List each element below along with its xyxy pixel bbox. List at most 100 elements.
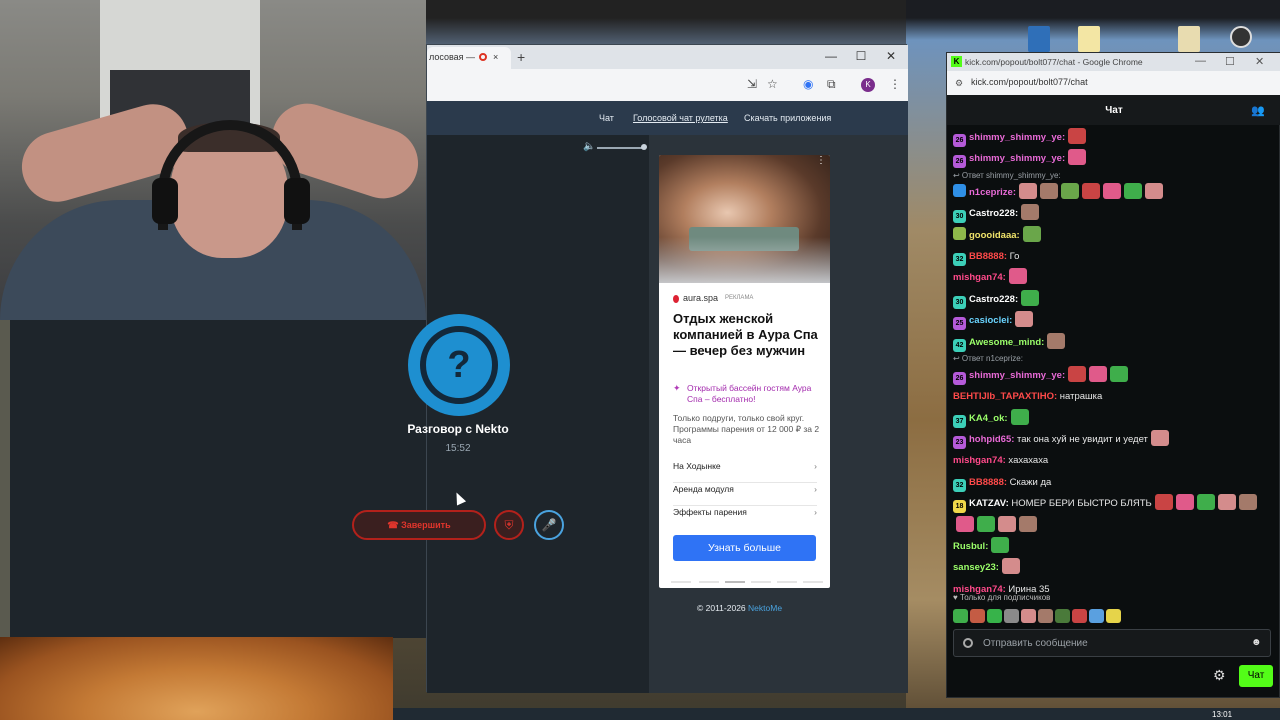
profile-avatar[interactable]: K: [861, 78, 875, 92]
menu-dots-icon[interactable]: ⋮: [889, 77, 901, 91]
chat-username[interactable]: BB8888:: [969, 477, 1007, 488]
chat-username[interactable]: mishgan74:: [953, 272, 1006, 283]
chat-username[interactable]: goooidaaa:: [969, 230, 1020, 241]
emote-icon[interactable]: [1089, 609, 1104, 623]
close-button[interactable]: ✕: [883, 49, 899, 63]
emote-icon[interactable]: [1106, 609, 1121, 623]
desktop-icon[interactable]: [1078, 26, 1100, 52]
ad-link[interactable]: На Ходынке ›: [673, 461, 817, 483]
emote-icon[interactable]: [970, 609, 985, 623]
chat-minimize-button[interactable]: —: [1195, 55, 1206, 67]
chat-username[interactable]: BB8888:: [969, 251, 1007, 262]
chat-message[interactable]: 26 shimmy_shimmy_ye:: [953, 148, 1273, 169]
chat-url[interactable]: kick.com/popout/bolt077/chat: [971, 77, 1088, 87]
chat-message[interactable]: 25 casioclei:: [953, 310, 1273, 331]
chat-username[interactable]: Awesome_mind:: [969, 337, 1044, 348]
site-info-icon[interactable]: ⚙: [955, 78, 963, 89]
carousel-dot[interactable]: [699, 581, 719, 583]
users-icon[interactable]: 👥: [1251, 104, 1265, 117]
chat-username[interactable]: Castro228:: [969, 208, 1018, 219]
emote-icon[interactable]: [1021, 609, 1036, 623]
chat-username[interactable]: mishgan74:: [953, 455, 1006, 466]
ad-image[interactable]: ⋮: [659, 155, 830, 283]
chat-username[interactable]: sansey23:: [953, 562, 999, 573]
tab-close-icon[interactable]: ×: [493, 52, 498, 62]
ad-link[interactable]: Аренда модуля ›: [673, 484, 817, 506]
chat-username[interactable]: KA4_ok:: [969, 413, 1008, 424]
chat-username[interactable]: shimmy_shimmy_ye:: [969, 153, 1065, 164]
chat-message[interactable]: n1ceprize:: [953, 182, 1273, 203]
emote-bar[interactable]: [953, 609, 1153, 625]
volume-slider[interactable]: [597, 147, 645, 149]
emote-icon[interactable]: [1004, 609, 1019, 623]
ad-card[interactable]: ⋮ aura.spa РЕКЛАМА Отдых женской компани…: [659, 155, 830, 588]
end-call-button[interactable]: ☎ Завершить: [352, 510, 486, 540]
emote-icon[interactable]: [953, 609, 968, 623]
chat-message[interactable]: mishgan74:: [953, 267, 1273, 288]
volume-icon[interactable]: 🔈: [583, 141, 595, 152]
chat-reply-context[interactable]: ↩ Ответ shimmy_shimmy_ye:: [953, 170, 1273, 182]
chat-username[interactable]: shimmy_shimmy_ye:: [969, 370, 1065, 381]
chat-message[interactable]: 37 KA4_ok:: [953, 408, 1273, 429]
ad-cta-button[interactable]: Узнать больше: [673, 535, 816, 561]
chat-reply-context[interactable]: ↩ Ответ n1ceprize:: [953, 353, 1273, 365]
chat-message[interactable]: 26 shimmy_shimmy_ye:: [953, 365, 1273, 386]
chat-username[interactable]: Rusbul:: [953, 541, 988, 552]
chat-message[interactable]: Rusbul:: [953, 536, 1273, 557]
chat-message[interactable]: mishgan74: хахахаха: [953, 450, 1273, 471]
emote-icon[interactable]: [1055, 609, 1070, 623]
chat-message[interactable]: sansey23:: [953, 557, 1273, 578]
install-icon[interactable]: ⇲: [747, 77, 757, 91]
ad-title[interactable]: Отдых женской компанией в Аура Спа — веч…: [673, 311, 823, 359]
report-shield-button[interactable]: ⛨: [494, 510, 524, 540]
carousel-dot-active[interactable]: [725, 581, 745, 583]
chat-username[interactable]: BEHTIJIb_TAPAXTIHO:: [953, 391, 1057, 402]
chat-message[interactable]: [953, 515, 1273, 536]
chat-message[interactable]: 23 hohpid65: так она хуй не увидит и уеде…: [953, 429, 1273, 450]
chat-message[interactable]: 30 Castro228:: [953, 203, 1273, 224]
chat-username[interactable]: n1ceprize:: [969, 187, 1016, 198]
carousel-dot[interactable]: [803, 581, 823, 583]
nav-download-apps[interactable]: Скачать приложения: [744, 113, 831, 123]
chat-message[interactable]: goooidaaa:: [953, 225, 1273, 246]
chat-username[interactable]: shimmy_shimmy_ye:: [969, 132, 1065, 143]
chat-mode-icon[interactable]: [963, 638, 973, 648]
microphone-button[interactable]: 🎤: [534, 510, 564, 540]
chat-input-placeholder[interactable]: Отправить сообщение: [983, 638, 1088, 649]
volume-slider-handle[interactable]: [641, 144, 647, 150]
desktop-icon[interactable]: [1028, 26, 1050, 52]
chat-message[interactable]: 30 Castro228:: [953, 289, 1273, 310]
carousel-dot[interactable]: [777, 581, 797, 583]
ad-link[interactable]: Эффекты парения ›: [673, 507, 817, 529]
carousel-dot[interactable]: [671, 581, 691, 583]
chat-username[interactable]: Castro228:: [969, 294, 1018, 305]
new-tab-button[interactable]: +: [517, 49, 525, 65]
chat-message[interactable]: 32 BB8888: Скажи да: [953, 472, 1273, 493]
chat-username[interactable]: hohpid65:: [969, 434, 1014, 445]
chat-username[interactable]: casioclei:: [969, 315, 1012, 326]
bookmark-star-icon[interactable]: ☆: [767, 77, 778, 91]
extension-icon[interactable]: ◉: [803, 77, 813, 91]
emote-icon[interactable]: [1038, 609, 1053, 623]
footer-link[interactable]: NektoMe: [748, 603, 782, 613]
tab-nekto[interactable]: лосовая — ×: [427, 47, 511, 69]
chat-message[interactable]: 42 Awesome_mind:: [953, 332, 1273, 353]
chat-message[interactable]: 26 shimmy_shimmy_ye:: [953, 127, 1273, 148]
emote-icon[interactable]: [987, 609, 1002, 623]
emote-icon[interactable]: [1072, 609, 1087, 623]
chat-message-list[interactable]: 26 shimmy_shimmy_ye: 26 shimmy_shimmy_ye: ↩ …: [953, 127, 1273, 611]
chat-message[interactable]: 32 BB8888: Го: [953, 246, 1273, 267]
chat-message[interactable]: 18 KATZAV: НОМЕР БЕРИ БЫСТРО БЛЯТЬ: [953, 493, 1273, 514]
ad-brand[interactable]: aura.spa: [683, 293, 718, 303]
maximize-button[interactable]: ☐: [853, 49, 869, 63]
minimize-button[interactable]: —: [823, 49, 839, 63]
chat-send-button[interactable]: Чат: [1239, 665, 1273, 687]
carousel-dot[interactable]: [751, 581, 771, 583]
emoji-icon[interactable]: ☻: [1251, 637, 1262, 648]
obs-icon[interactable]: [1230, 26, 1252, 48]
ad-menu-icon[interactable]: ⋮: [816, 155, 826, 166]
settings-gear-icon[interactable]: ⚙: [1213, 667, 1226, 684]
nav-voice-roulette[interactable]: Голосовой чат рулетка: [633, 113, 728, 123]
chat-message[interactable]: BEHTIJIb_TAPAXTIHO: натрашка: [953, 386, 1273, 407]
chat-username[interactable]: KATZAV:: [969, 498, 1009, 509]
